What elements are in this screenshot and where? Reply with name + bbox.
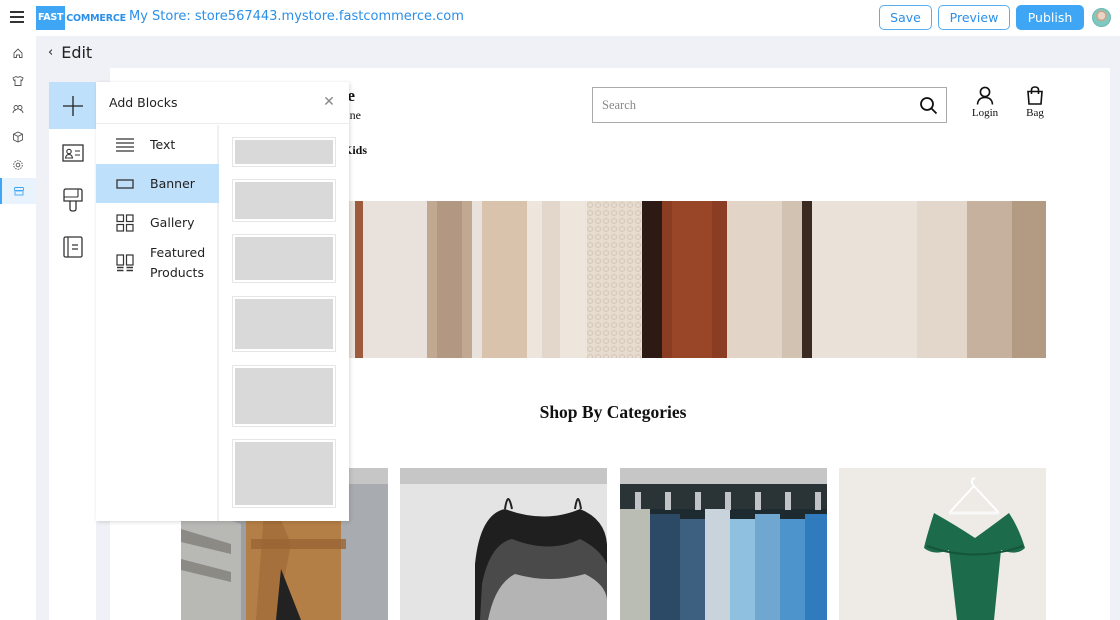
category-strip (620, 468, 827, 484)
block-type-list: Text Banner Gallery Featured Products (96, 125, 219, 521)
box-icon (13, 131, 23, 143)
tool-add-blocks[interactable] (49, 82, 96, 129)
back-to-edit[interactable]: ‹ Edit (48, 43, 92, 62)
green-dress-image (839, 468, 1046, 620)
block-item-featured-products[interactable]: Featured Products (96, 242, 219, 284)
block-thumbnail[interactable] (232, 365, 336, 427)
sidebar-item-store[interactable] (0, 178, 36, 204)
sidebar-item-products[interactable] (0, 68, 36, 94)
category-strip (400, 468, 607, 484)
close-icon[interactable]: ✕ (322, 95, 336, 109)
page-list-icon (62, 235, 83, 258)
home-icon (13, 48, 23, 58)
block-item-label: Text (150, 136, 176, 152)
hero-banner[interactable] (242, 201, 1046, 358)
storefront-icon (14, 187, 24, 196)
store-title[interactable]: My Store: store567443.mystore.fastcommer… (129, 9, 464, 24)
preview-button[interactable]: Preview (938, 5, 1010, 30)
paint-roller-icon (62, 187, 83, 212)
block-thumbnail[interactable] (232, 179, 336, 222)
jeans-image (620, 484, 827, 620)
edit-title: Edit (61, 43, 93, 62)
logo-fast: FAST (36, 6, 66, 30)
panel-header: Add Blocks ✕ (96, 82, 349, 124)
sidebar-item-customers[interactable] (0, 96, 36, 122)
block-item-gallery[interactable]: Gallery (96, 203, 219, 242)
panel-title: Add Blocks (109, 95, 178, 110)
chevron-left-icon: ‹ (48, 45, 54, 60)
clothes-rack-image (242, 201, 1046, 358)
editor-toolbar (49, 82, 96, 620)
login-label: Login (971, 107, 999, 119)
category-tile-camisoles[interactable] (400, 468, 607, 620)
block-item-label-line1: Featured (150, 245, 206, 260)
block-item-label: Featured Products (150, 243, 205, 283)
featured-products-icon (115, 253, 135, 273)
category-tile-jeans[interactable] (620, 468, 827, 620)
save-button[interactable]: Save (879, 5, 932, 30)
block-thumbnail[interactable] (232, 234, 336, 283)
user-avatar[interactable] (1092, 8, 1111, 27)
tshirt-icon (12, 75, 24, 86)
logo-commerce: COMMERCE (66, 12, 126, 24)
block-thumbnail[interactable] (232, 137, 336, 167)
search-icon[interactable] (919, 96, 938, 120)
banner-icon (115, 174, 135, 194)
store-search (592, 87, 947, 123)
gallery-grid-icon (115, 213, 135, 233)
shopping-bag-icon (1027, 86, 1043, 105)
publish-button[interactable]: Publish (1016, 5, 1084, 30)
text-lines-icon (115, 135, 135, 155)
app-sidebar (0, 36, 36, 620)
block-item-label: Banner (150, 175, 195, 191)
user-icon (976, 86, 994, 105)
top-bar: FAST COMMERCE My Store: store567443.mysto… (0, 0, 1120, 36)
fastcommerce-logo[interactable]: FAST COMMERCE (36, 6, 126, 30)
category-tile-dress[interactable] (839, 468, 1046, 620)
tool-pages[interactable] (49, 223, 96, 270)
block-thumbnail[interactable] (232, 296, 336, 352)
block-item-label: Gallery (150, 214, 195, 230)
gear-icon (13, 160, 23, 170)
tool-theme[interactable] (49, 176, 96, 223)
block-item-label-line2: Products (150, 265, 204, 280)
search-input[interactable] (602, 97, 902, 113)
block-item-banner[interactable]: Banner (96, 164, 219, 203)
camisoles-image (400, 484, 607, 620)
contact-card-icon (61, 143, 84, 162)
plus-icon (62, 95, 83, 116)
sidebar-item-inventory[interactable] (0, 124, 36, 150)
bag-label: Bag (1026, 107, 1044, 119)
login-link[interactable]: Login (963, 86, 1007, 119)
add-blocks-panel: Add Blocks ✕ Text Banner Gallery Feature… (96, 82, 349, 521)
menu-icon[interactable] (10, 11, 24, 23)
tool-contact-card[interactable] (49, 129, 96, 176)
sidebar-item-home[interactable] (0, 40, 36, 66)
sidebar-item-settings[interactable] (0, 152, 36, 178)
block-thumbnail[interactable] (232, 439, 336, 508)
block-item-text[interactable]: Text (96, 125, 219, 164)
users-icon (12, 105, 24, 114)
bag-link[interactable]: Bag (1013, 86, 1057, 119)
